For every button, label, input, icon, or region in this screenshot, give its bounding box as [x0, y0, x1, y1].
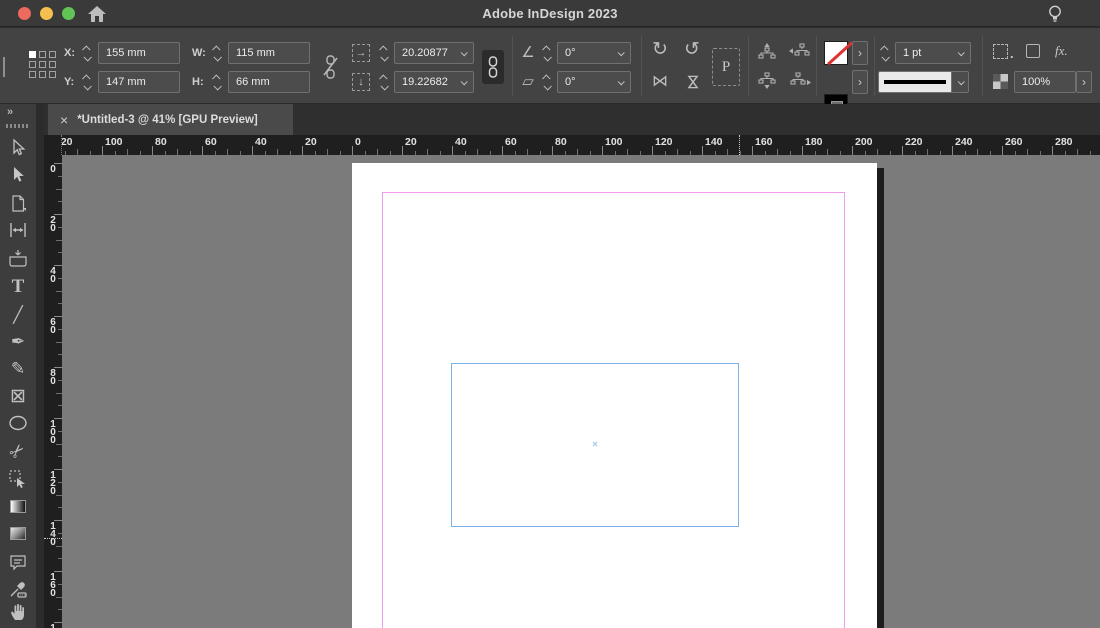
frame-center-mark: ×	[592, 439, 598, 450]
page-tool[interactable]	[0, 190, 36, 216]
stroke-weight-stepper[interactable]	[878, 42, 891, 64]
chevron-down-icon	[957, 78, 964, 85]
ellipse-tool[interactable]	[0, 410, 36, 436]
select-content-icon[interactable]	[757, 72, 777, 94]
h-stepper[interactable]	[210, 71, 223, 93]
w-input[interactable]: 115 mm	[228, 42, 310, 64]
hand-tool[interactable]	[0, 598, 36, 624]
pen-tool[interactable]: ✒	[0, 329, 36, 355]
learn-lightbulb-icon[interactable]	[1044, 3, 1066, 25]
scale-y-icon: ↓	[352, 73, 370, 91]
rotation-stepper[interactable]	[540, 42, 553, 64]
fill-color-swatch-none[interactable]	[824, 41, 848, 65]
rectangle-frame-tool[interactable]: ⊠	[0, 383, 36, 409]
h-field-label: H:	[192, 71, 204, 93]
y-stepper[interactable]	[80, 71, 93, 93]
pasteboard[interactable]: ×	[62, 155, 1100, 628]
type-tool[interactable]: T	[0, 274, 36, 300]
page-shadow	[877, 168, 884, 628]
rotate-counterclockwise-icon[interactable]: ↺	[680, 40, 704, 60]
ruler-origin-corner[interactable]	[44, 135, 62, 155]
gradient-feather-tool[interactable]	[0, 520, 36, 546]
w-field-label: W:	[192, 42, 206, 64]
reference-point-proxy[interactable]	[29, 51, 56, 78]
opacity-menu-button[interactable]: ›	[1076, 71, 1092, 93]
corner-options-icon[interactable]	[993, 44, 1008, 59]
tab-bar: × *Untitled-3 @ 41% [GPU Preview]	[36, 104, 1100, 135]
scale-x-icon: →	[352, 44, 370, 62]
selection-tool[interactable]	[0, 135, 36, 161]
effects-fx-button[interactable]: fx.	[1055, 43, 1068, 59]
y-input[interactable]: 147 mm	[98, 71, 180, 93]
scissors-tool[interactable]: ✂	[0, 438, 36, 464]
flip-state-indicator: P	[712, 48, 740, 86]
select-next-object-icon[interactable]	[789, 72, 811, 94]
ruler-x-position-indicator	[739, 135, 740, 155]
stroke-type-chevron[interactable]	[952, 71, 969, 93]
flip-horizontal-icon[interactable]: ⋈	[648, 72, 672, 92]
flip-vertical-icon[interactable]: ⋈	[682, 70, 702, 94]
app-title: Adobe InDesign 2023	[0, 6, 1100, 21]
tools-panel-drag-handle[interactable]	[6, 124, 30, 128]
rotation-angle-icon: ∠	[518, 43, 538, 63]
chevron-down-icon	[461, 78, 468, 85]
free-transform-tool[interactable]	[0, 466, 36, 492]
corner-shape-icon[interactable]	[1026, 44, 1040, 58]
h-input[interactable]: 66 mm	[228, 71, 310, 93]
scale-y-combo[interactable]: 19.22682	[394, 71, 474, 93]
constrain-scale-link-icon[interactable]	[482, 50, 504, 84]
x-input[interactable]: 155 mm	[98, 42, 180, 64]
tools-panel: » T	[0, 104, 36, 628]
gradient-swatch-tool[interactable]	[0, 493, 36, 519]
y-field-label: Y:	[64, 71, 74, 93]
corner-options-dot: .	[1010, 46, 1014, 61]
note-tool[interactable]	[0, 549, 36, 575]
shear-combo[interactable]: 0°	[557, 71, 631, 93]
chevron-down-icon	[618, 78, 625, 85]
chevron-down-icon	[958, 49, 965, 56]
stroke-type-combo[interactable]	[878, 71, 952, 93]
pencil-tool[interactable]: ✎	[0, 356, 36, 382]
x-field-label: X:	[64, 42, 75, 64]
close-tab-icon[interactable]: ×	[60, 113, 68, 127]
document-tab-title: *Untitled-3 @ 41% [GPU Preview]	[77, 114, 258, 126]
rotation-combo[interactable]: 0°	[557, 42, 631, 64]
scale-y-stepper[interactable]	[377, 71, 390, 93]
horizontal-ruler[interactable]: 1201008060402002040608010012014016018020…	[44, 135, 1100, 155]
control-panel: X: 155 mm Y: 147 mm W: 115 mm H: 66 mm →…	[0, 28, 1100, 104]
opacity-checker-icon[interactable]	[993, 74, 1008, 89]
titlebar: Adobe InDesign 2023	[0, 0, 1100, 27]
document-tab[interactable]: × *Untitled-3 @ 41% [GPU Preview]	[48, 104, 293, 135]
document-page[interactable]: ×	[352, 163, 877, 628]
shear-icon: ▱	[518, 72, 538, 92]
graphic-frame[interactable]: ×	[451, 363, 739, 527]
direct-selection-tool[interactable]	[0, 162, 36, 188]
select-previous-object-icon[interactable]	[789, 43, 811, 65]
chevron-down-icon	[618, 49, 625, 56]
rotate-clockwise-icon[interactable]: ↻	[648, 40, 672, 60]
indesign-window: Adobe InDesign 2023 X: 155 mm Y: 147 mm …	[0, 0, 1100, 628]
panel-edge-strip	[36, 104, 44, 628]
w-stepper[interactable]	[210, 42, 223, 64]
gap-tool[interactable]	[0, 217, 36, 243]
select-container-icon[interactable]	[757, 43, 777, 65]
opacity-input[interactable]: 100%	[1014, 71, 1076, 93]
fill-swatch-menu-button[interactable]: ›	[852, 41, 868, 65]
line-tool[interactable]: ╱	[0, 302, 36, 328]
constrain-dimensions-broken-link-icon[interactable]	[320, 54, 340, 85]
stroke-swatch-menu-button[interactable]: ›	[852, 70, 868, 94]
x-stepper[interactable]	[80, 42, 93, 64]
scale-x-combo[interactable]: 20.20877	[394, 42, 474, 64]
ruler-y-position-indicator	[44, 538, 62, 539]
stroke-weight-combo[interactable]: 1 pt	[895, 42, 971, 64]
shear-stepper[interactable]	[540, 71, 553, 93]
expand-tools-panel-icon[interactable]: »	[7, 106, 12, 118]
panel-dock-handle[interactable]	[3, 57, 5, 77]
content-collector-tool[interactable]	[0, 245, 36, 271]
vertical-ruler[interactable]: 020406080100120140160180	[44, 155, 62, 628]
scale-x-stepper[interactable]	[377, 42, 390, 64]
chevron-down-icon	[461, 49, 468, 56]
